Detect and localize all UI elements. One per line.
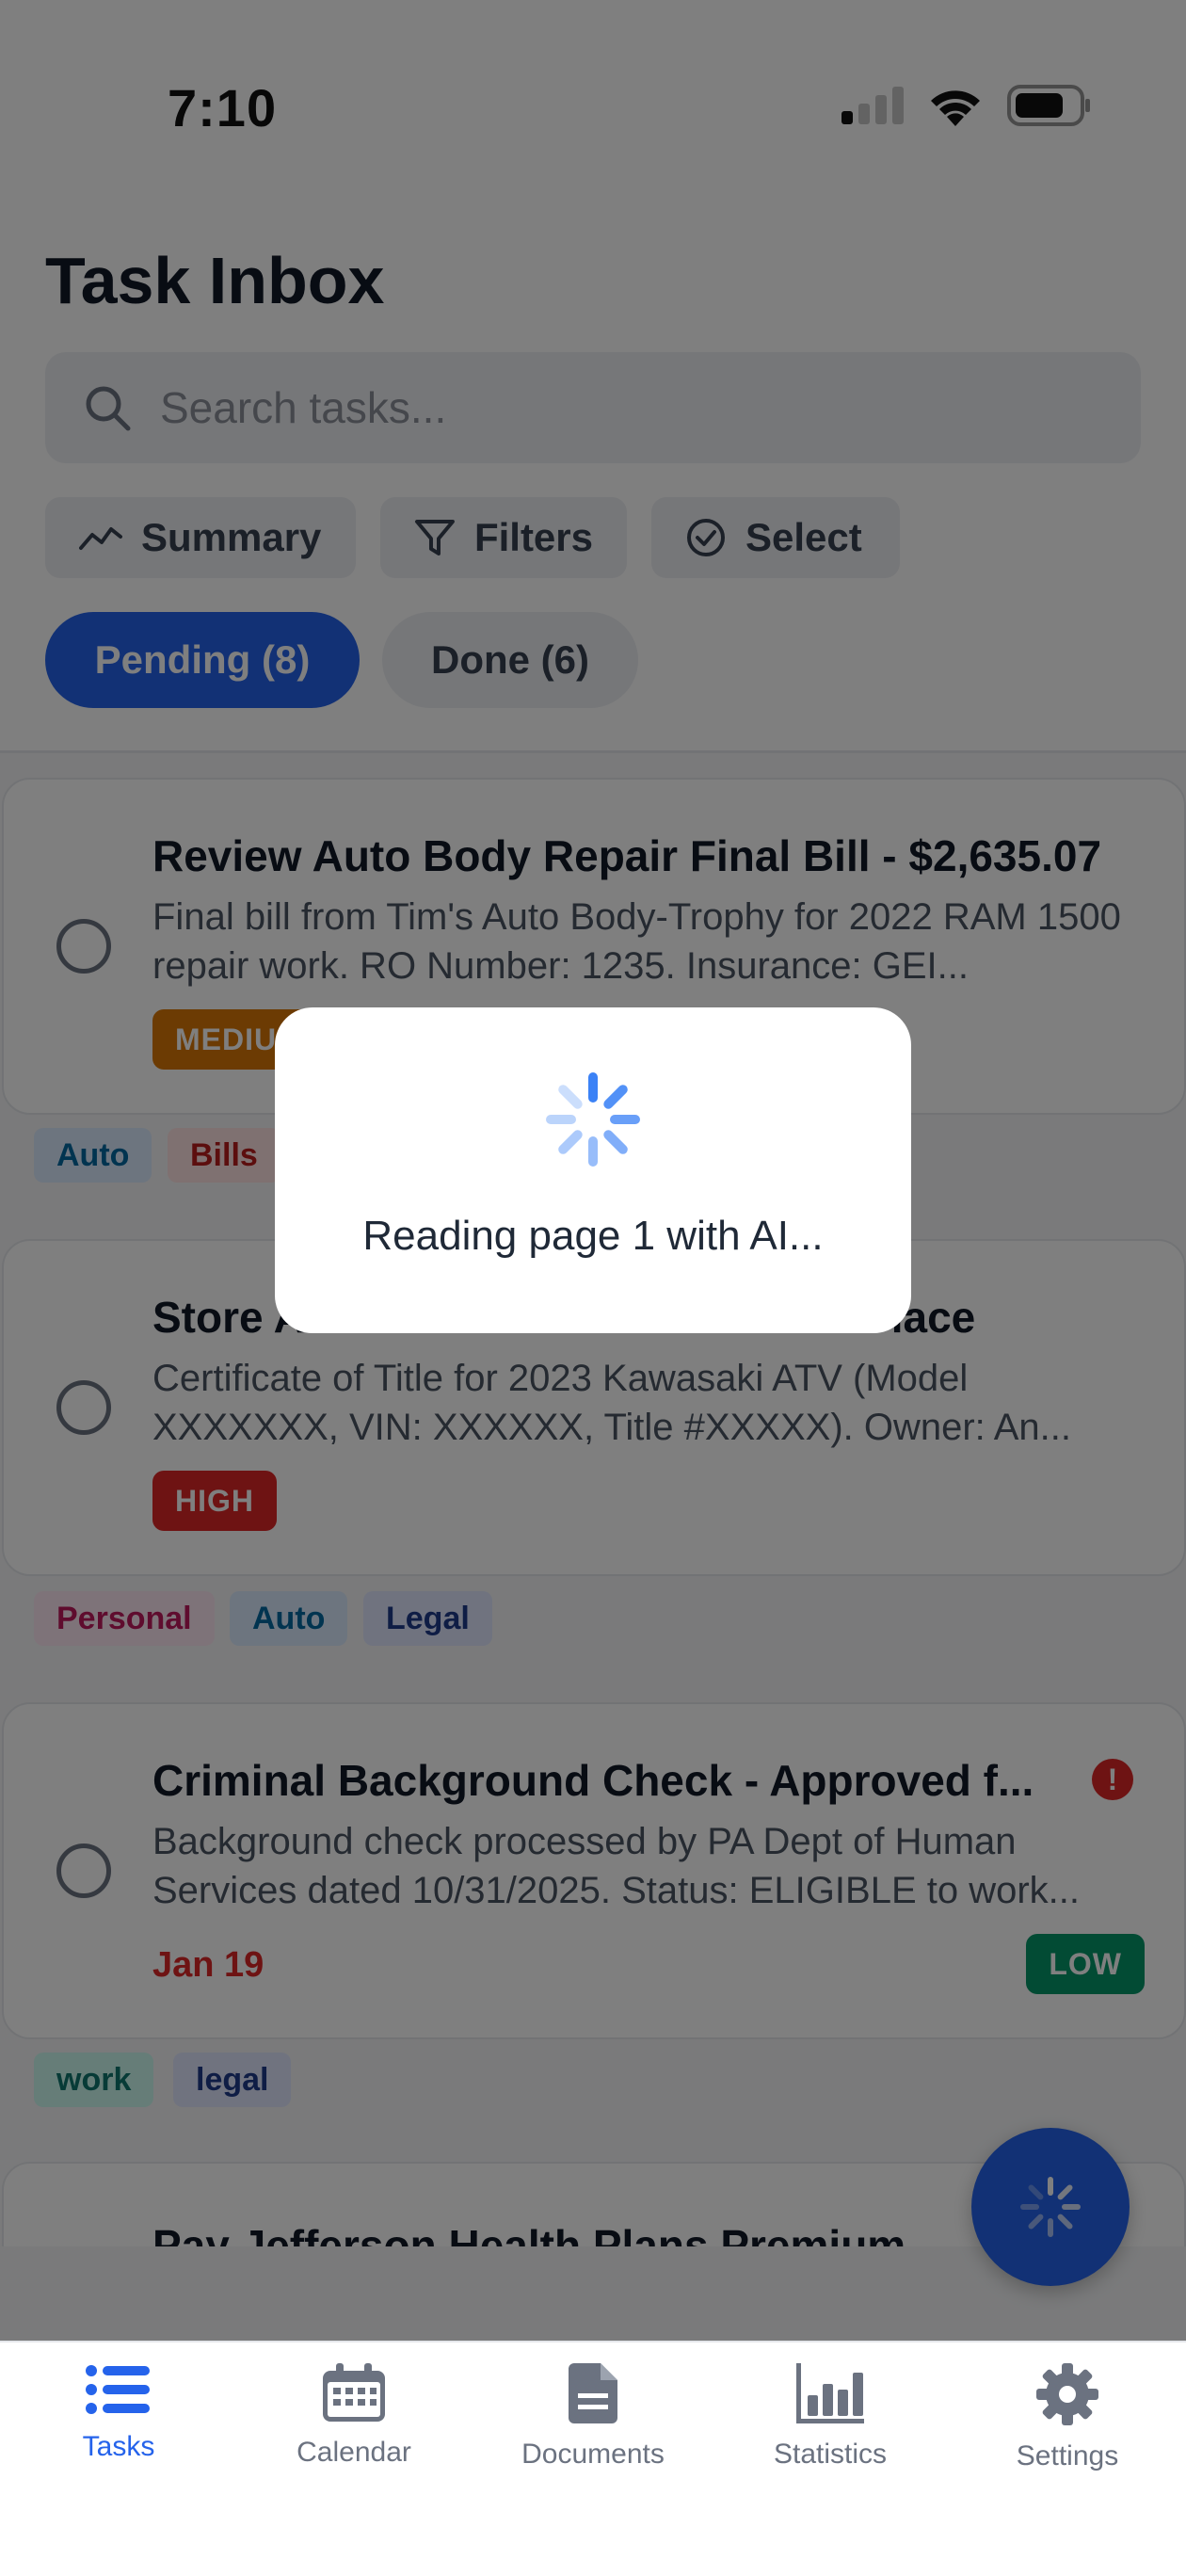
tab-statistics[interactable]: Statistics	[736, 2363, 924, 2471]
tab-settings[interactable]: Settings	[973, 2363, 1162, 2472]
list-icon	[86, 2365, 150, 2414]
loading-message: Reading page 1 with AI...	[362, 1213, 824, 1259]
tab-documents[interactable]: Documents	[499, 2363, 687, 2471]
loading-dialog: Reading page 1 with AI...	[275, 1007, 911, 1333]
bottom-tab-bar: Tasks Calendar Documents Statistics Sett…	[0, 2341, 1186, 2576]
tab-tasks[interactable]: Tasks	[24, 2363, 213, 2463]
tab-label: Calendar	[296, 2437, 411, 2468]
bar-chart-icon	[796, 2363, 864, 2423]
calendar-icon	[323, 2363, 385, 2422]
gear-icon	[1036, 2363, 1098, 2425]
loading-spinner-icon	[546, 1072, 640, 1167]
tab-label: Tasks	[82, 2431, 155, 2462]
document-icon	[569, 2363, 617, 2423]
tab-calendar[interactable]: Calendar	[260, 2363, 448, 2469]
tab-label: Documents	[521, 2439, 665, 2470]
tab-label: Settings	[1016, 2440, 1119, 2471]
tab-label: Statistics	[773, 2439, 888, 2470]
